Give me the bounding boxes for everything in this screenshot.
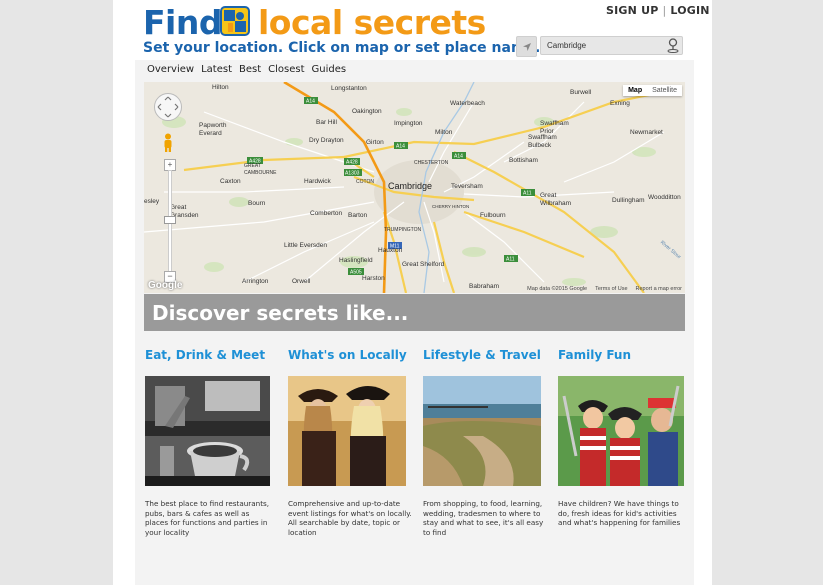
map-type-satellite-button[interactable]: Satellite — [647, 85, 682, 96]
location-map[interactable]: A14 A14 A14 A428 A428 A1303 A11 A11 M11 … — [144, 82, 685, 293]
logo-find-text[interactable]: Find — [143, 4, 222, 42]
place-bar-hill: Bar Hill — [316, 119, 337, 126]
map-type-map-button[interactable]: Map — [623, 85, 647, 96]
place-swaffham-bulbeck: Swaffham Bulbeck — [528, 134, 557, 149]
terms-of-use-link[interactable]: Terms of Use — [595, 286, 627, 292]
road-shield-a1303: A1303 — [345, 171, 360, 177]
category-desc-family-fun: Have children? We have things to do, fre… — [558, 499, 681, 528]
place-great-shelford: Great Shelford — [402, 261, 445, 268]
place-hardwick: Hardwick — [304, 178, 331, 185]
place-milton: Milton — [435, 129, 453, 136]
map-type-control: Map Satellite — [623, 85, 682, 96]
place-esley: esley — [144, 198, 160, 205]
svg-text:A14: A14 — [454, 154, 463, 160]
category-desc-eat-drink-meet: The best place to find restaurants, pubs… — [145, 499, 270, 537]
place-papworth: Papworth Everard — [199, 122, 227, 137]
category-image-eat-drink-meet[interactable] — [145, 376, 270, 486]
discover-title: Discover secrets like... — [152, 301, 409, 325]
location-arrow-icon — [522, 42, 531, 51]
place-newmarket: Newmarket — [630, 129, 663, 136]
login-link[interactable]: LOGIN — [670, 4, 709, 17]
beach-photo — [423, 376, 541, 486]
auth-separator: | — [662, 4, 667, 17]
place-waterbeach: Waterbeach — [450, 100, 485, 107]
logo-icon[interactable] — [220, 6, 250, 36]
nav-item-guides[interactable]: Guides — [312, 64, 347, 75]
place-comberton: Comberton — [310, 210, 343, 217]
tagline: Set your location. Click on map or set p… — [143, 40, 541, 56]
road-shield-a505: A505 — [350, 270, 362, 276]
report-map-error-link[interactable]: Report a map error — [636, 286, 682, 292]
pirates-photo — [558, 376, 684, 486]
place-name-input[interactable] — [540, 36, 683, 55]
place-impington: Impington — [394, 120, 423, 127]
place-bottisham: Bottisham — [509, 157, 538, 164]
place-haslingfield: Haslingfield — [339, 257, 373, 264]
main-nav: Overview Latest Best Closest Guides — [147, 64, 353, 75]
category-title-eat-drink-meet[interactable]: Eat, Drink & Meet — [145, 348, 265, 362]
place-longstanton: Longstanton — [331, 85, 367, 92]
place-cherry-hinton: CHERRY HINTON — [432, 204, 470, 209]
place-fulbourn: Fulbourn — [480, 212, 506, 219]
road-shield-a14: A14 — [306, 99, 315, 105]
place-babraham: Babraham — [469, 283, 499, 290]
place-bourn: Bourn — [248, 200, 266, 207]
place-woodditton: Woodditton — [648, 194, 681, 201]
place-dry-drayton: Dry Drayton — [309, 137, 344, 144]
category-title-family-fun[interactable]: Family Fun — [558, 348, 631, 362]
logo-secrets-text[interactable]: local secrets — [258, 4, 486, 42]
place-cambridge: Cambridge — [388, 181, 433, 191]
place-oakington: Oakington — [352, 108, 382, 115]
svg-text:A14: A14 — [396, 144, 405, 150]
place-harston: Harston — [362, 275, 385, 282]
sign-up-link[interactable]: SIGN UP — [606, 4, 658, 17]
auth-links: SIGN UP | LOGIN — [606, 4, 710, 17]
svg-text:A11: A11 — [506, 257, 515, 263]
category-image-lifestyle-travel[interactable] — [423, 376, 541, 486]
place-orwell: Orwell — [292, 278, 311, 285]
place-great-cambourne: GREAT CAMBOURNE — [244, 163, 277, 176]
category-desc-lifestyle-travel: From shopping, to food, learning, weddin… — [423, 499, 544, 537]
place-girton: Girton — [366, 139, 384, 146]
cafe-photo — [145, 376, 270, 486]
map-pin-icon[interactable] — [667, 38, 679, 53]
place-barton: Barton — [348, 212, 368, 219]
svg-text:A428: A428 — [346, 160, 358, 166]
category-title-whats-on[interactable]: What's on Locally — [288, 348, 407, 362]
locate-me-button[interactable] — [516, 36, 537, 57]
category-title-lifestyle-travel[interactable]: Lifestyle & Travel — [423, 348, 541, 362]
place-teversham: Teversham — [451, 183, 483, 190]
place-arrington: Arrington — [242, 278, 269, 285]
place-burwell: Burwell — [570, 89, 592, 96]
category-image-whats-on[interactable] — [288, 376, 406, 486]
street-view-icon[interactable] — [162, 133, 174, 153]
nav-item-closest[interactable]: Closest — [268, 64, 304, 75]
place-coton: COTON — [356, 179, 374, 185]
zoom-slider-handle[interactable] — [164, 216, 176, 224]
category-image-family-fun[interactable] — [558, 376, 684, 486]
place-hilton: Hilton — [212, 84, 229, 91]
place-great-wilbraham: Great Wilbraham — [540, 192, 572, 207]
pan-control-icon[interactable] — [153, 92, 183, 122]
place-trumpington: TRUMPINGTON — [384, 227, 422, 233]
category-desc-whats-on: Comprehensive and up-to-date event listi… — [288, 499, 412, 537]
musicians-photo — [288, 376, 406, 486]
nav-item-latest[interactable]: Latest — [201, 64, 232, 75]
nav-item-overview[interactable]: Overview — [147, 64, 194, 75]
place-little-eversden: Little Eversden — [284, 242, 327, 249]
google-logo[interactable]: Google — [148, 280, 182, 291]
place-caxton: Caxton — [220, 178, 241, 185]
nav-item-best[interactable]: Best — [239, 64, 261, 75]
place-dullingham: Dullingham — [612, 197, 645, 204]
place-hauxton: Hauxton — [378, 247, 403, 254]
map-attribution: Map data ©2015 Google Terms of Use Repor… — [527, 286, 682, 292]
road-shield-a11: A11 — [523, 191, 532, 197]
map-data-credit: Map data ©2015 Google — [527, 286, 588, 292]
place-chesterton: CHESTERTON — [414, 160, 449, 166]
place-exning: Exning — [610, 100, 630, 107]
